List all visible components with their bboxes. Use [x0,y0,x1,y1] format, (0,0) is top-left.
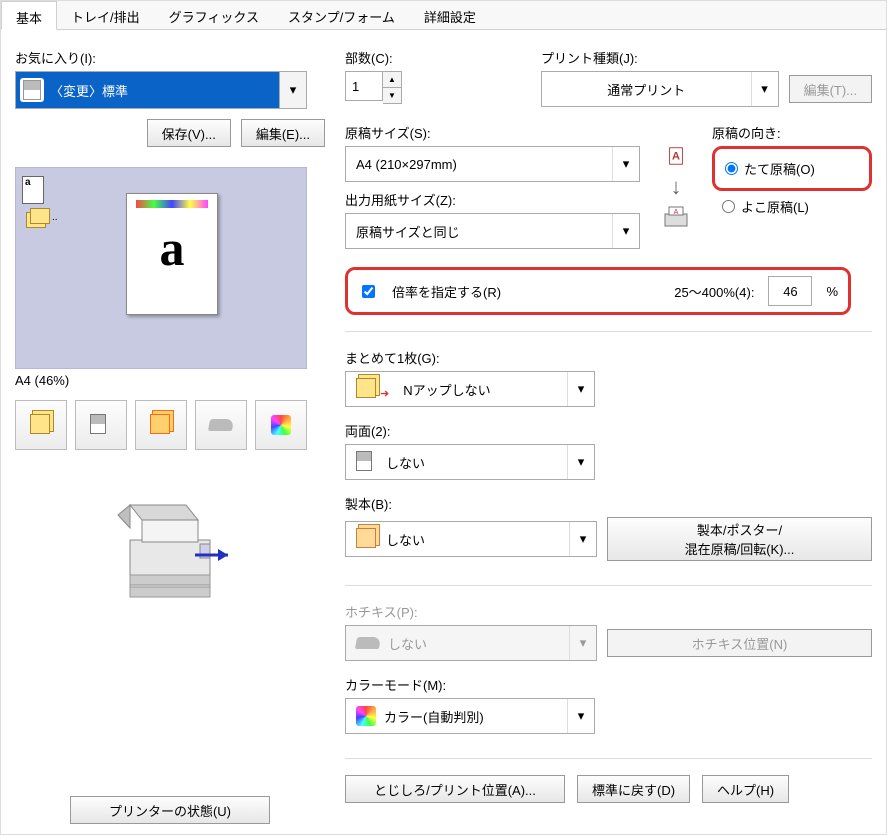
arrow-down-icon: ↓ [671,174,682,200]
restore-defaults-button[interactable]: 標準に戻す(D) [577,775,690,803]
rainbow-icon [356,706,376,726]
copies-up-button[interactable]: ▲ [383,72,401,88]
output-size-label: 出力用紙サイズ(Z): [345,190,640,209]
printer-small-icon: A [661,204,691,235]
preview-dots: .. [52,212,58,223]
page-source-icon: A [665,145,687,170]
orientation-label: 原稿の向き: [712,126,781,141]
preview-pane: a .. a [15,167,307,369]
print-type-value: 通常プリント [607,80,685,99]
tab-tray[interactable]: トレイ/排出 [57,1,155,29]
staple-value: しない [388,634,427,653]
tab-advanced[interactable]: 詳細設定 [410,1,491,29]
nup-select[interactable]: ➜ Nアップしない ▾ [345,371,595,407]
print-type-select[interactable]: 通常プリント ▾ [541,71,779,107]
chevron-down-icon[interactable]: ▾ [751,72,778,106]
print-type-edit-button: 編集(T)... [789,75,872,103]
pages-icon [356,528,378,550]
tab-graphics[interactable]: グラフィックス [155,1,274,29]
duplex-select[interactable]: しない ▾ [345,444,595,480]
doc-size-value: A4 (210×297mm) [356,157,457,172]
margin-position-button[interactable]: とじしろ/プリント位置(A)... [345,775,565,803]
output-size-value: 原稿サイズと同じ [356,222,460,241]
preview-page: a [126,193,218,315]
tool-doc-icon[interactable] [75,400,127,450]
print-type-label: プリント種類(J): [541,51,638,66]
nup-label: まとめて1枚(G): [345,348,595,367]
staple-label: ホチキス(P): [345,602,872,621]
document-icon [356,451,378,473]
chevron-down-icon[interactable]: ▾ [567,372,594,406]
copies-label: 部数(C): [345,51,393,66]
booklet-select[interactable]: しない ▾ [345,521,597,557]
document-icon [20,78,44,102]
doc-size-label: 原稿サイズ(S): [345,123,640,142]
separator [345,758,872,759]
color-mode-select[interactable]: カラー(自動判別) ▾ [345,698,595,734]
preview-caption: A4 (46%) [15,373,325,388]
favorites-combo[interactable]: 〈変更〉標準 ▾ [15,71,307,109]
tab-bar: 基本 トレイ/排出 グラフィックス スタンプ/フォーム 詳細設定 [1,1,886,30]
color-mode-label: カラーモード(M): [345,675,595,694]
tool-nup-icon[interactable] [15,400,67,450]
separator [345,585,872,586]
tool-stapler-icon[interactable] [195,400,247,450]
booklet-poster-button[interactable]: 製本/ポスター/ 混在原稿/回転(K)... [607,517,872,561]
printer-status-button[interactable]: プリンターの状態(U) [70,796,270,824]
orientation-landscape-radio[interactable] [722,200,735,213]
staple-position-button: ホチキス位置(N) [607,629,872,657]
tool-booklet-icon[interactable] [135,400,187,450]
chevron-down-icon[interactable]: ▾ [569,522,596,556]
preview-toolbar [15,400,325,450]
chevron-down-icon: ▾ [569,626,596,660]
copies-input[interactable] [345,71,383,101]
chevron-down-icon[interactable]: ▾ [612,147,639,181]
tab-stamp[interactable]: スタンプ/フォーム [274,1,410,29]
favorites-label: お気に入り(I): [15,48,325,67]
favorites-selected: 〈変更〉標準 [50,81,128,100]
color-mode-value: カラー(自動判別) [384,707,484,726]
duplex-label: 両面(2): [345,421,595,440]
tool-color-icon[interactable] [255,400,307,450]
doc-size-select[interactable]: A4 (210×297mm) ▾ [345,146,640,182]
orientation-portrait-label: たて原稿(O) [744,159,815,178]
output-size-select[interactable]: 原稿サイズと同じ ▾ [345,213,640,249]
orientation-landscape-label: よこ原稿(L) [741,197,809,216]
favorites-edit-button[interactable]: 編集(E)... [241,119,325,147]
preview-mini-page-icon: a [22,176,44,204]
duplex-value: しない [386,453,425,472]
zoom-checkbox-label: 倍率を指定する(R) [392,282,501,301]
separator [345,331,872,332]
arrow-right-icon: ➜ [380,387,389,400]
pages-icon [356,378,378,400]
chevron-down-icon[interactable]: ▾ [567,699,594,733]
svg-text:A: A [672,151,680,163]
stapler-icon [355,637,381,649]
tab-basic[interactable]: 基本 [1,1,57,30]
preview-pages-icon [26,208,50,226]
orientation-portrait-radio[interactable] [725,162,738,175]
zoom-input[interactable] [768,276,812,306]
booklet-label: 製本(B): [345,494,872,513]
copies-down-button[interactable]: ▼ [383,88,401,103]
zoom-unit: % [826,284,838,299]
zoom-checkbox[interactable] [362,285,375,298]
favorites-save-button[interactable]: 保存(V)... [147,119,231,147]
printer-illustration [100,480,240,623]
chevron-down-icon[interactable]: ▾ [279,72,306,108]
chevron-down-icon[interactable]: ▾ [567,445,594,479]
zoom-range-label: 25～400%(4): [674,282,754,301]
chevron-down-icon[interactable]: ▾ [612,214,639,248]
svg-text:A: A [674,209,679,216]
help-button[interactable]: ヘルプ(H) [702,775,789,803]
nup-value: Nアップしない [403,380,490,399]
staple-select: しない ▾ [345,625,597,661]
booklet-value: しない [386,530,425,549]
